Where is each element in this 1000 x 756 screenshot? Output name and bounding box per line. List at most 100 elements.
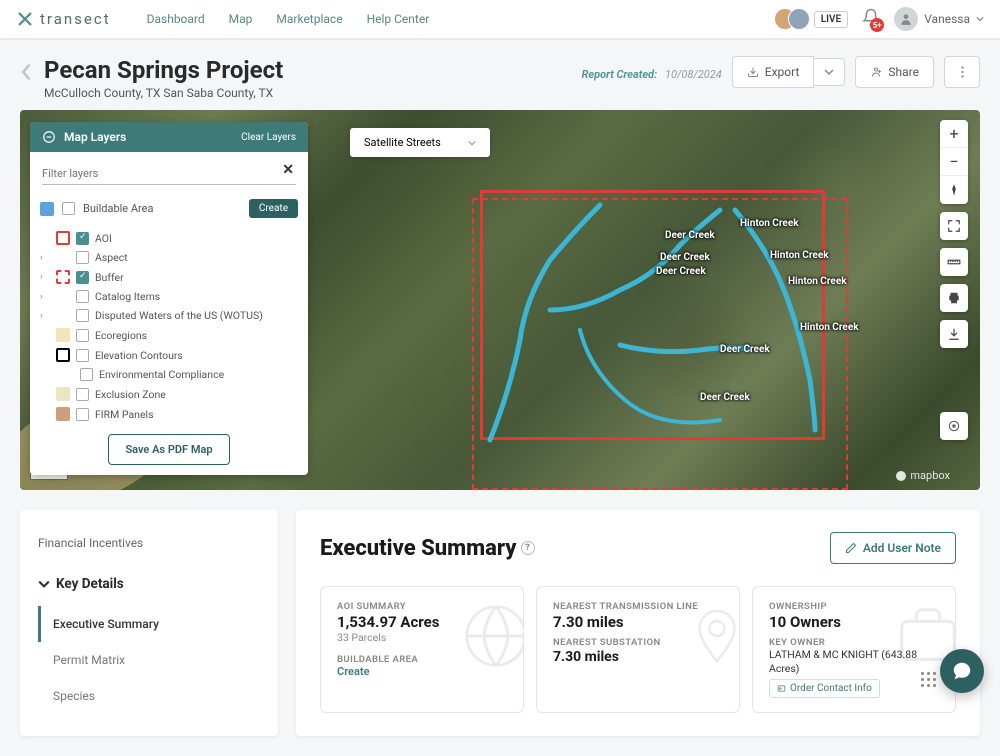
buildable-checkbox[interactable] (62, 202, 75, 215)
save-pdf-button[interactable]: Save As PDF Map (108, 434, 229, 465)
side-items: Executive Summary Permit Matrix Species (38, 606, 260, 714)
top-nav: transect Dashboard Map Marketplace Help … (0, 0, 1000, 40)
add-user-note-button[interactable]: Add User Note (830, 532, 956, 564)
nav-help[interactable]: Help Center (367, 12, 430, 26)
create-buildable-button[interactable]: Create (249, 199, 298, 218)
share-button[interactable]: Share (855, 56, 934, 88)
measure-button[interactable] (940, 248, 968, 276)
map-area[interactable]: Hinton Creek Deer Creek Hinton Creek Deer C… (20, 110, 980, 490)
layer-checkbox[interactable] (76, 271, 89, 284)
layer-checkbox[interactable] (76, 309, 89, 322)
chat-icon (951, 660, 973, 682)
zoom-out-button[interactable]: − (940, 148, 968, 176)
main-header: Executive Summary ? Add User Note (320, 532, 956, 564)
expand-caret[interactable]: › (40, 311, 50, 321)
creek-label: Deer Creek (720, 344, 770, 355)
target-icon (947, 419, 961, 433)
layer-label: Environmental Compliance (99, 368, 298, 381)
map-style-select[interactable]: Satellite Streets (350, 128, 490, 157)
layer-row: › Aspect (30, 248, 308, 267)
chevron-down-icon (824, 67, 834, 77)
layer-checkbox[interactable] (76, 408, 89, 421)
ownership-card: OWNERSHIP 10 Owners KEY OWNER LATHAM & M… (752, 586, 956, 713)
order-contact-button[interactable]: Order Contact Info (769, 679, 880, 698)
financial-incentives-link[interactable]: Financial Incentives (38, 532, 260, 554)
back-button[interactable] (20, 62, 34, 82)
notification-count: 5+ (870, 18, 884, 32)
nav-marketplace[interactable]: Marketplace (276, 12, 342, 26)
nav-dashboard[interactable]: Dashboard (147, 12, 205, 26)
layer-row: › Buffer (30, 267, 308, 287)
layer-checkbox[interactable] (76, 290, 89, 303)
export-label: Export (765, 65, 800, 79)
creek-label: Hinton Creek (800, 322, 859, 333)
project-title: Pecan Springs Project (44, 56, 283, 84)
print-button[interactable] (940, 284, 968, 312)
chat-button[interactable] (940, 649, 984, 693)
layer-checkbox[interactable] (76, 349, 89, 362)
creek-label: Deer Creek (700, 392, 750, 403)
layer-swatch (56, 387, 70, 401)
user-menu[interactable]: Vanessa (894, 7, 984, 31)
avatar-2 (788, 8, 810, 30)
layer-label: Elevation Contours (95, 349, 298, 362)
map-style-value: Satellite Streets (364, 136, 441, 149)
notifications-button[interactable]: 5+ (862, 8, 880, 30)
expand-caret[interactable]: › (40, 253, 50, 263)
creek-label: Hinton Creek (740, 218, 799, 229)
layers-header: Map Layers Clear Layers (30, 122, 308, 152)
collapse-icon[interactable] (42, 130, 56, 144)
drag-handle-icon[interactable] (921, 672, 936, 687)
save-pdf-row: Save As PDF Map (30, 424, 308, 475)
edit-icon (845, 542, 857, 554)
layer-label: Buffer (95, 271, 298, 284)
layer-label: Aspect (95, 251, 298, 264)
help-icon[interactable]: ? (521, 541, 535, 555)
mapbox-icon (895, 470, 907, 482)
globe-icon (461, 601, 524, 671)
side-panel: Financial Incentives Key Details Executi… (20, 510, 278, 736)
filter-layers-input[interactable] (42, 163, 296, 185)
side-item-permit-matrix[interactable]: Permit Matrix (41, 642, 260, 678)
fullscreen-icon (947, 219, 961, 233)
layer-checkbox[interactable] (80, 368, 93, 381)
more-button[interactable] (944, 56, 980, 88)
filter-row: ✕ (30, 152, 308, 191)
brand-name: transect (40, 10, 111, 28)
zoom-in-button[interactable]: + (940, 120, 968, 148)
download-button[interactable] (940, 320, 968, 348)
clear-filter-icon[interactable]: ✕ (282, 162, 294, 178)
compass-button[interactable] (940, 176, 968, 204)
map-settings-button[interactable] (940, 412, 968, 440)
layer-swatch (56, 348, 70, 362)
key-details-heading[interactable]: Key Details (38, 576, 260, 592)
title-block: Pecan Springs Project McCulloch County, … (44, 56, 283, 100)
report-date: 10/08/2024 (665, 68, 722, 81)
export-dropdown[interactable] (814, 58, 845, 86)
layer-checkbox[interactable] (76, 251, 89, 264)
logo[interactable]: transect (16, 10, 111, 28)
compass-icon (947, 183, 961, 197)
nav-map[interactable]: Map (229, 12, 253, 26)
side-item-executive-summary[interactable]: Executive Summary (38, 606, 260, 642)
expand-caret[interactable]: › (40, 292, 50, 302)
layer-checkbox[interactable] (76, 388, 89, 401)
creek-label: Deer Creek (656, 266, 706, 277)
fullscreen-button[interactable] (940, 212, 968, 240)
layer-row: AOI (30, 228, 308, 248)
export-button[interactable]: Export (732, 56, 815, 88)
logo-icon (16, 10, 34, 28)
add-note-label: Add User Note (863, 541, 941, 555)
executive-summary-title: Executive Summary ? (320, 536, 535, 561)
layer-checkbox[interactable] (76, 329, 89, 342)
dots-vertical-icon (961, 65, 964, 79)
clear-layers-button[interactable]: Clear Layers (241, 132, 296, 143)
buildable-label: Buildable Area (83, 202, 241, 215)
layer-row: ›Catalog Items (30, 287, 308, 306)
layer-swatch (56, 328, 70, 342)
expand-caret[interactable]: › (40, 272, 50, 282)
layer-checkbox[interactable] (76, 232, 89, 245)
layer-swatch (56, 407, 70, 421)
presence-avatars[interactable]: LIVE (774, 8, 848, 30)
key-details-label: Key Details (56, 576, 124, 592)
